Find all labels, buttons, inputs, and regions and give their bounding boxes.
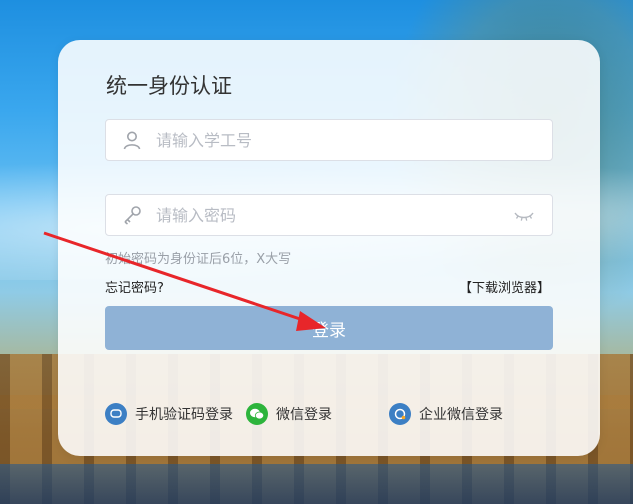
user-icon bbox=[123, 131, 141, 150]
password-hint: 初始密码为身份证后6位，X大写 bbox=[105, 252, 292, 267]
username-input[interactable] bbox=[156, 120, 496, 160]
phone-sms-icon bbox=[105, 403, 127, 425]
wework-login-label: 企业微信登录 bbox=[419, 407, 503, 423]
password-field[interactable] bbox=[105, 194, 553, 236]
login-card: 统一身份认证 初始密码为身份证后6位，X大写 忘记密码? 【下载浏览器】 登录 … bbox=[58, 40, 600, 456]
wework-icon bbox=[389, 403, 411, 425]
phone-login-label: 手机验证码登录 bbox=[135, 407, 233, 423]
username-field[interactable] bbox=[105, 119, 553, 161]
download-browser-link[interactable]: 【下载浏览器】 bbox=[459, 277, 550, 296]
login-title: 统一身份认证 bbox=[106, 74, 232, 98]
key-icon bbox=[124, 206, 141, 225]
background-lake bbox=[0, 464, 633, 504]
login-button[interactable]: 登录 bbox=[105, 306, 553, 350]
wechat-icon bbox=[246, 403, 268, 425]
phone-login-option[interactable]: 手机验证码登录 bbox=[105, 402, 233, 426]
wechat-login-label: 微信登录 bbox=[276, 407, 332, 423]
hide-password-icon[interactable] bbox=[514, 210, 534, 222]
wework-login-option[interactable]: 企业微信登录 bbox=[389, 402, 503, 426]
password-input[interactable] bbox=[156, 195, 496, 235]
forgot-password-link[interactable]: 忘记密码? bbox=[105, 277, 164, 296]
wechat-login-option[interactable]: 微信登录 bbox=[246, 402, 332, 426]
